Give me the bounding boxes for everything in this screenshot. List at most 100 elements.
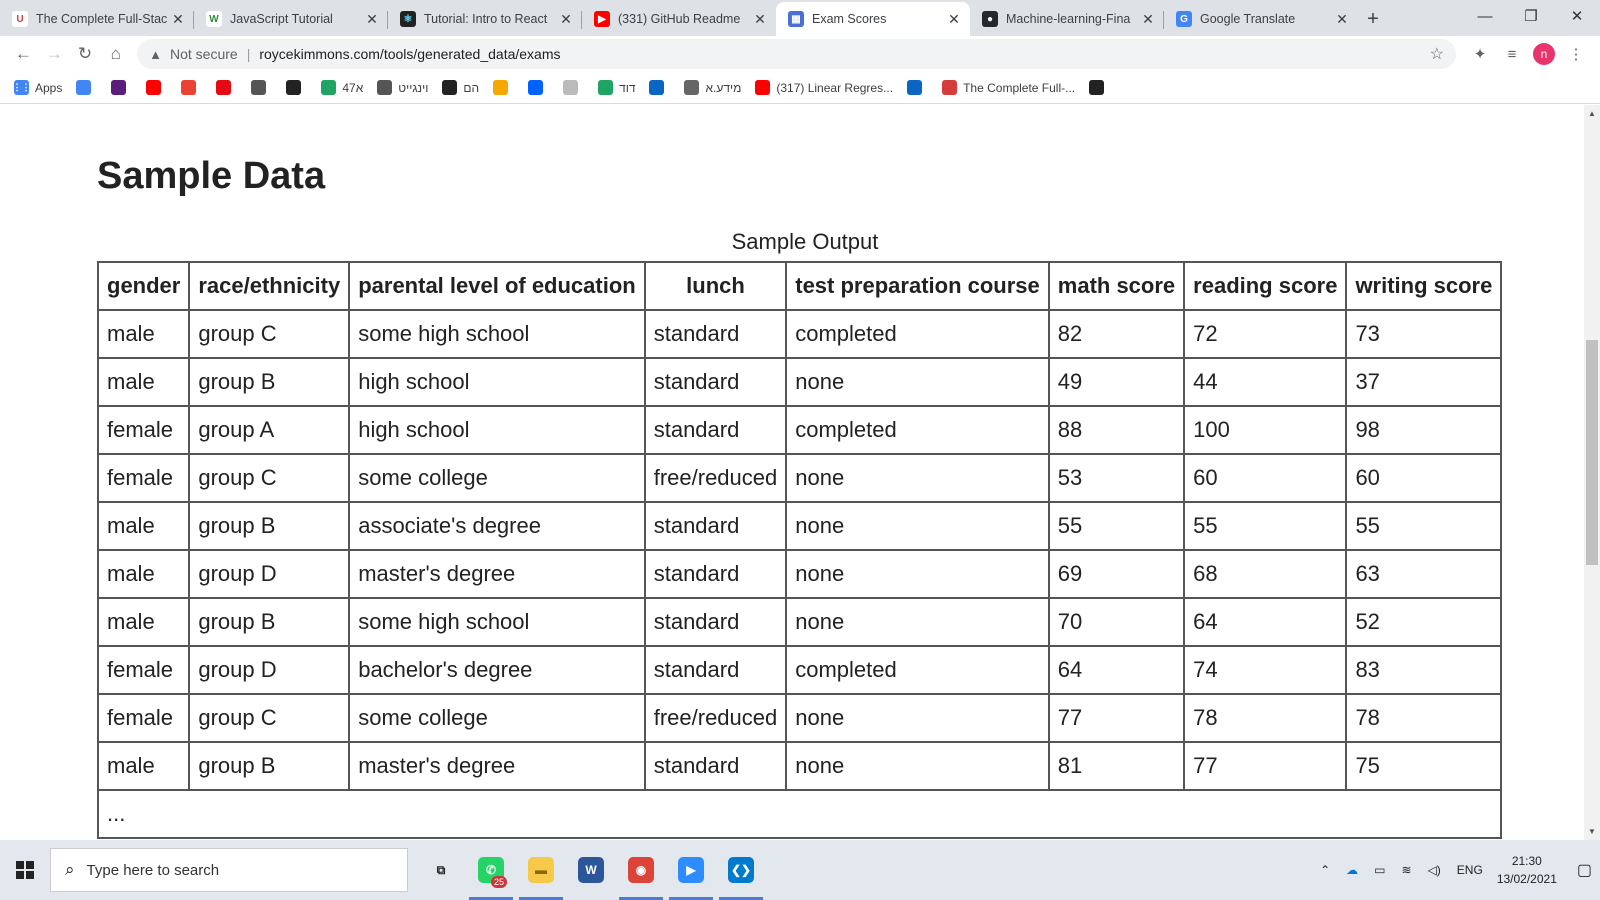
taskbar-search[interactable]: ⌕ Type here to search bbox=[50, 848, 408, 892]
close-tab-icon[interactable]: ✕ bbox=[364, 11, 380, 28]
onedrive-icon[interactable]: ☁ bbox=[1346, 863, 1358, 877]
new-tab-icon[interactable]: + bbox=[1358, 2, 1388, 36]
bookmark-item[interactable] bbox=[251, 80, 272, 95]
table-cell: 77 bbox=[1047, 693, 1186, 743]
minimize-icon[interactable]: — bbox=[1462, 0, 1508, 32]
column-header[interactable]: math score bbox=[1047, 261, 1186, 311]
column-header[interactable]: reading score bbox=[1183, 261, 1348, 311]
notifications-icon[interactable]: ▢ bbox=[1577, 860, 1592, 880]
profile-avatar[interactable]: n bbox=[1532, 43, 1555, 65]
browser-tab[interactable]: G Google Translate ✕ bbox=[1164, 2, 1358, 36]
restore-icon[interactable]: ❐ bbox=[1508, 0, 1554, 32]
close-tab-icon[interactable]: ✕ bbox=[946, 11, 962, 28]
vscode-taskbar-button[interactable]: ❮❯ bbox=[716, 840, 766, 900]
table-cell: 88 bbox=[1047, 405, 1186, 455]
bookmark-item[interactable]: The Complete Full-... bbox=[942, 80, 1075, 95]
column-header[interactable]: test preparation course bbox=[785, 261, 1050, 311]
page-title: Sample Data bbox=[97, 155, 326, 197]
table-cell: none bbox=[785, 549, 1050, 599]
bookmark-item[interactable] bbox=[1089, 80, 1110, 95]
column-header[interactable]: lunch bbox=[643, 261, 788, 311]
language-indicator[interactable]: ENG bbox=[1457, 863, 1483, 877]
close-tab-icon[interactable]: ✕ bbox=[170, 11, 186, 28]
close-tab-icon[interactable]: ✕ bbox=[558, 11, 574, 28]
clock[interactable]: 21:30 13/02/2021 bbox=[1497, 852, 1557, 888]
bookmark-item[interactable] bbox=[286, 80, 307, 95]
forward-icon[interactable]: → bbox=[39, 38, 70, 70]
task-view-taskbar-button[interactable]: ⧉ bbox=[416, 840, 466, 900]
linkedin-icon bbox=[649, 80, 665, 95]
browser-tab[interactable]: ⚛ Tutorial: Intro to React ✕ bbox=[388, 2, 582, 36]
word-taskbar-button[interactable]: W bbox=[566, 840, 616, 900]
url-text[interactable]: roycekimmons.com/tools/generated_data/ex… bbox=[259, 46, 1429, 62]
bookmark-item[interactable] bbox=[111, 80, 132, 95]
bookmark-item[interactable]: (317) Linear Regres... bbox=[755, 80, 893, 95]
tab-favicon-icon: U bbox=[12, 11, 28, 27]
chrome-taskbar-button[interactable]: ◉ bbox=[616, 840, 666, 900]
bookmark-item[interactable]: 47א bbox=[321, 80, 363, 95]
wix-icon bbox=[442, 80, 458, 95]
wifi-icon[interactable]: ≋ bbox=[1402, 863, 1412, 877]
volume-icon[interactable]: ◁) bbox=[1428, 863, 1441, 877]
table-cell: male bbox=[96, 741, 191, 791]
column-header[interactable]: gender bbox=[96, 261, 191, 311]
zoom-taskbar-button[interactable]: ▶ bbox=[666, 840, 716, 900]
start-button[interactable] bbox=[0, 840, 50, 900]
page-scrollbar[interactable]: ▲ ▼ bbox=[1584, 105, 1600, 840]
browser-tab[interactable]: ▦ Exam Scores ✕ bbox=[776, 2, 970, 36]
file-explorer-taskbar-button[interactable]: ▬ bbox=[516, 840, 566, 900]
table-cell: 52 bbox=[1345, 597, 1503, 647]
table-cell: group B bbox=[188, 741, 351, 791]
table-cell: 98 bbox=[1345, 405, 1503, 455]
menu-icon[interactable]: ⋮ bbox=[1560, 45, 1592, 63]
home-icon[interactable]: ⌂ bbox=[100, 38, 131, 70]
battery-icon[interactable]: ▭ bbox=[1374, 863, 1385, 877]
drive-icon bbox=[598, 80, 614, 95]
scroll-up-icon[interactable]: ▲ bbox=[1584, 105, 1600, 122]
bookmark-item[interactable] bbox=[146, 80, 167, 95]
browser-tab[interactable]: W JavaScript Tutorial ✕ bbox=[194, 2, 388, 36]
table-cell: male bbox=[96, 357, 191, 407]
column-header[interactable]: writing score bbox=[1345, 261, 1503, 311]
tab-title: (331) GitHub Readme bbox=[618, 12, 741, 26]
table-cell: female bbox=[96, 405, 191, 455]
reload-icon[interactable]: ↻ bbox=[70, 38, 101, 70]
bookmark-item[interactable] bbox=[181, 80, 202, 95]
table-cell: standard bbox=[643, 645, 788, 695]
scrollbar-thumb[interactable] bbox=[1586, 340, 1598, 565]
close-tab-icon[interactable]: ✕ bbox=[1334, 11, 1350, 28]
extensions-icon[interactable]: ✦ bbox=[1464, 45, 1496, 63]
bookmark-star-icon[interactable]: ☆ bbox=[1430, 44, 1444, 64]
address-bar[interactable]: ▲ Not secure | roycekimmons.com/tools/ge… bbox=[137, 39, 1456, 69]
bookmark-item[interactable] bbox=[528, 80, 549, 95]
bookmark-item[interactable] bbox=[493, 80, 514, 95]
bookmark-item[interactable] bbox=[907, 80, 928, 95]
column-header[interactable]: race/ethnicity bbox=[188, 261, 351, 311]
bookmark-item[interactable]: הם bbox=[442, 80, 479, 95]
bookmark-item[interactable] bbox=[649, 80, 670, 95]
table-cell: none bbox=[785, 693, 1050, 743]
browser-tab[interactable]: U The Complete Full-Stac ✕ bbox=[0, 2, 194, 36]
chevron-up-icon[interactable]: ⌃ bbox=[1320, 863, 1330, 877]
bookmark-item[interactable]: דוד bbox=[598, 80, 635, 95]
close-window-icon[interactable]: ✕ bbox=[1554, 0, 1600, 32]
bookmark-item[interactable] bbox=[563, 80, 584, 95]
bookmark-item[interactable]: וינגייט bbox=[377, 80, 428, 95]
browser-tab[interactable]: ▶ (331) GitHub Readme ✕ bbox=[582, 2, 776, 36]
column-header[interactable]: parental level of education bbox=[348, 261, 646, 311]
table-cell: group C bbox=[188, 453, 351, 503]
media-control-icon[interactable]: ≡ bbox=[1496, 46, 1528, 63]
close-tab-icon[interactable]: ✕ bbox=[1140, 11, 1156, 28]
whatsapp-taskbar-button[interactable]: ✆ 25 bbox=[466, 840, 516, 900]
bookmark-item[interactable]: מידע.א bbox=[684, 80, 741, 95]
scroll-down-icon[interactable]: ▼ bbox=[1584, 823, 1600, 840]
bookmark-item[interactable]: ⋮⋮ Apps bbox=[13, 80, 62, 95]
bookmark-item[interactable] bbox=[216, 80, 237, 95]
bookmark-item[interactable] bbox=[76, 80, 97, 95]
close-tab-icon[interactable]: ✕ bbox=[752, 11, 768, 28]
table-cell: some high school bbox=[348, 597, 646, 647]
table-row: female group Csome college free/reduced non… bbox=[96, 453, 1503, 503]
browser-tab[interactable]: ● Machine-learning-Fina ✕ bbox=[970, 2, 1164, 36]
tab-favicon-icon: G bbox=[1176, 11, 1192, 27]
back-icon[interactable]: ← bbox=[8, 38, 39, 70]
